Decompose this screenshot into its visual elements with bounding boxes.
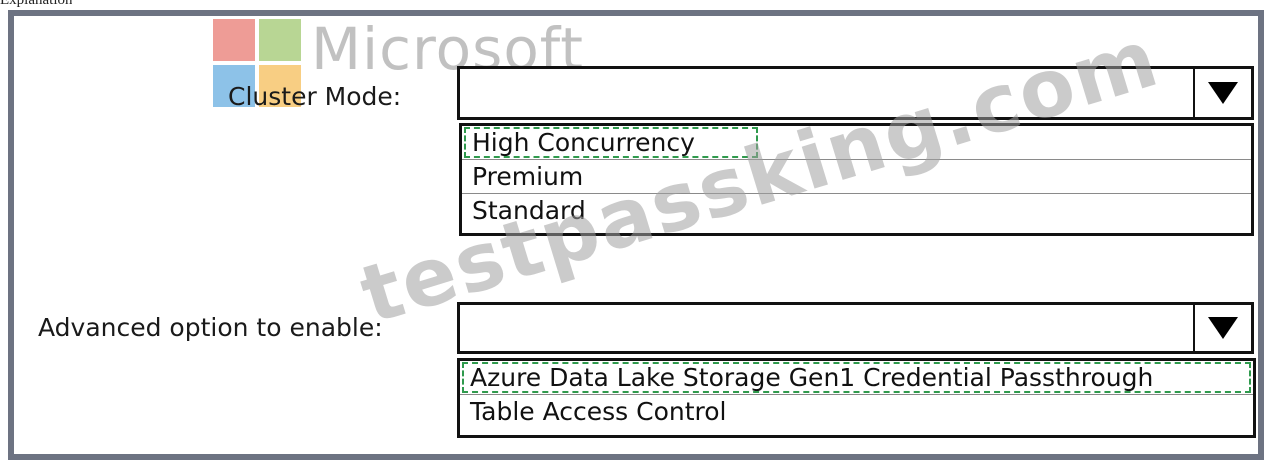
page-label: Explanation [0, 0, 73, 8]
option-table-access-control[interactable]: Table Access Control [460, 395, 1253, 429]
option-standard[interactable]: Standard [462, 194, 1251, 228]
answer-panel: Microsoft Cluster Mode: High Concurrency… [8, 10, 1264, 460]
triangle-down-icon [1208, 82, 1238, 104]
option-premium[interactable]: Premium [462, 160, 1251, 194]
option-high-concurrency[interactable]: High Concurrency [462, 126, 1251, 160]
cluster-mode-label: Cluster Mode: [228, 82, 402, 111]
triangle-down-icon [1208, 317, 1238, 339]
cluster-mode-dropdown[interactable] [457, 66, 1254, 120]
advanced-option-arrow-button[interactable] [1193, 305, 1251, 351]
option-adls-gen1-passthrough[interactable]: Azure Data Lake Storage Gen1 Credential … [460, 361, 1253, 395]
advanced-option-dropdown[interactable] [457, 302, 1254, 354]
logo-square-red [213, 19, 255, 61]
cluster-mode-arrow-button[interactable] [1193, 69, 1251, 117]
advanced-option-options: Azure Data Lake Storage Gen1 Credential … [457, 358, 1256, 438]
advanced-option-label: Advanced option to enable: [38, 313, 383, 342]
cluster-mode-options: High Concurrency Premium Standard [459, 123, 1254, 236]
logo-square-green [259, 19, 301, 61]
